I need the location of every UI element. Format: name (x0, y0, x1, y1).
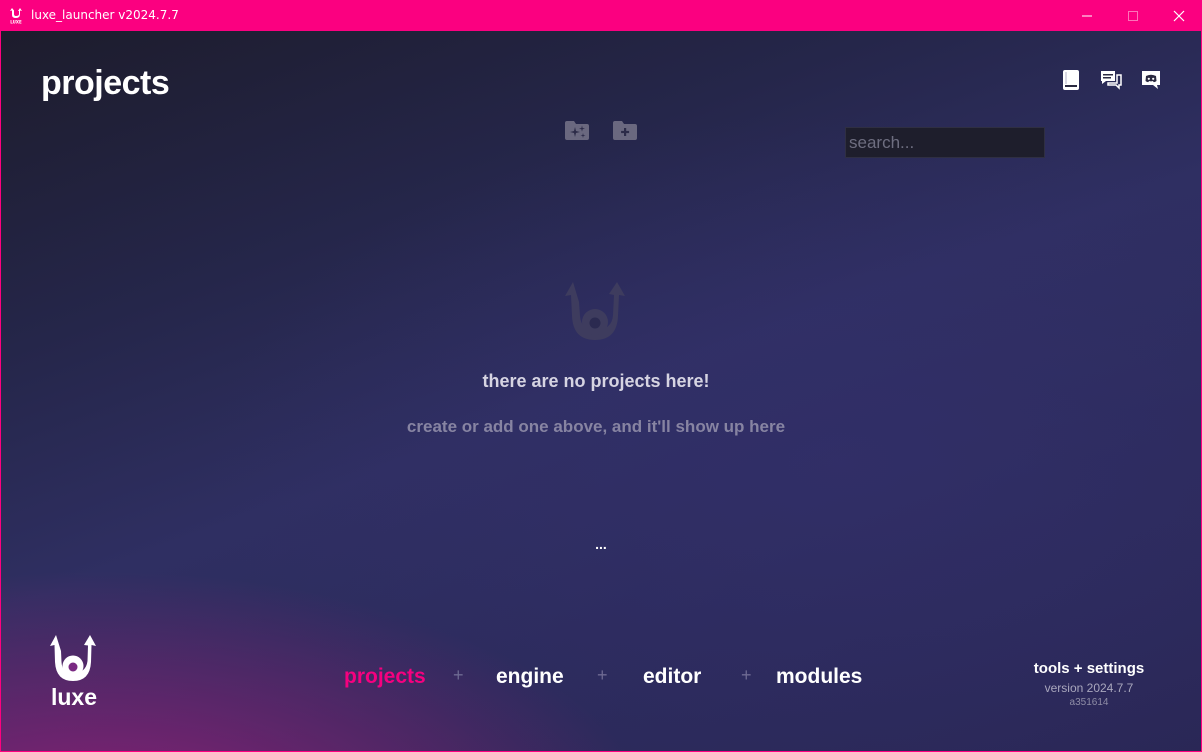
nav-editor[interactable]: editor (643, 665, 701, 691)
discord-icon[interactable] (1140, 69, 1162, 91)
page-title: projects (41, 64, 170, 102)
book-icon[interactable] (1060, 69, 1082, 91)
version-label: version 2024.7.7 (1044, 681, 1134, 695)
loading-ellipsis: ... (595, 536, 607, 552)
maximize-icon (1128, 10, 1138, 21)
close-button[interactable] (1156, 0, 1202, 31)
tools-settings-link[interactable]: tools + settings (1021, 660, 1157, 677)
window-title: luxe_launcher v2024.7.7 (31, 8, 179, 22)
brand-name: luxe (50, 684, 98, 710)
title-bar: LUXE luxe_launcher v2024.7.7 (0, 0, 1202, 31)
forum-chat-icon[interactable] (1100, 69, 1122, 91)
luxe-brand-logo-icon (50, 635, 96, 681)
empty-state-title: there are no projects here! (482, 371, 710, 391)
build-hash: a351614 (1069, 697, 1109, 708)
nav-separator: + (453, 665, 464, 685)
close-icon (1173, 10, 1185, 21)
main-content: projects there are no projects here! cre… (1, 31, 1201, 751)
luxe-logo-icon (565, 282, 625, 340)
svg-text:LUXE: LUXE (10, 20, 22, 25)
maximize-button[interactable] (1110, 0, 1156, 31)
search-input[interactable] (845, 127, 1045, 158)
nav-modules[interactable]: modules (776, 665, 862, 691)
nav-projects[interactable]: projects (344, 665, 426, 691)
minimize-icon (1082, 15, 1092, 16)
luxe-app-icon: LUXE (10, 8, 22, 25)
empty-state-subtitle: create or add one above, and it'll show … (406, 417, 786, 436)
nav-separator: + (741, 665, 752, 685)
nav-separator: + (597, 665, 608, 685)
folder-plus-icon[interactable] (612, 119, 638, 141)
folder-sparkle-icon[interactable] (564, 119, 590, 141)
minimize-button[interactable] (1064, 0, 1110, 31)
nav-engine[interactable]: engine (496, 665, 564, 691)
